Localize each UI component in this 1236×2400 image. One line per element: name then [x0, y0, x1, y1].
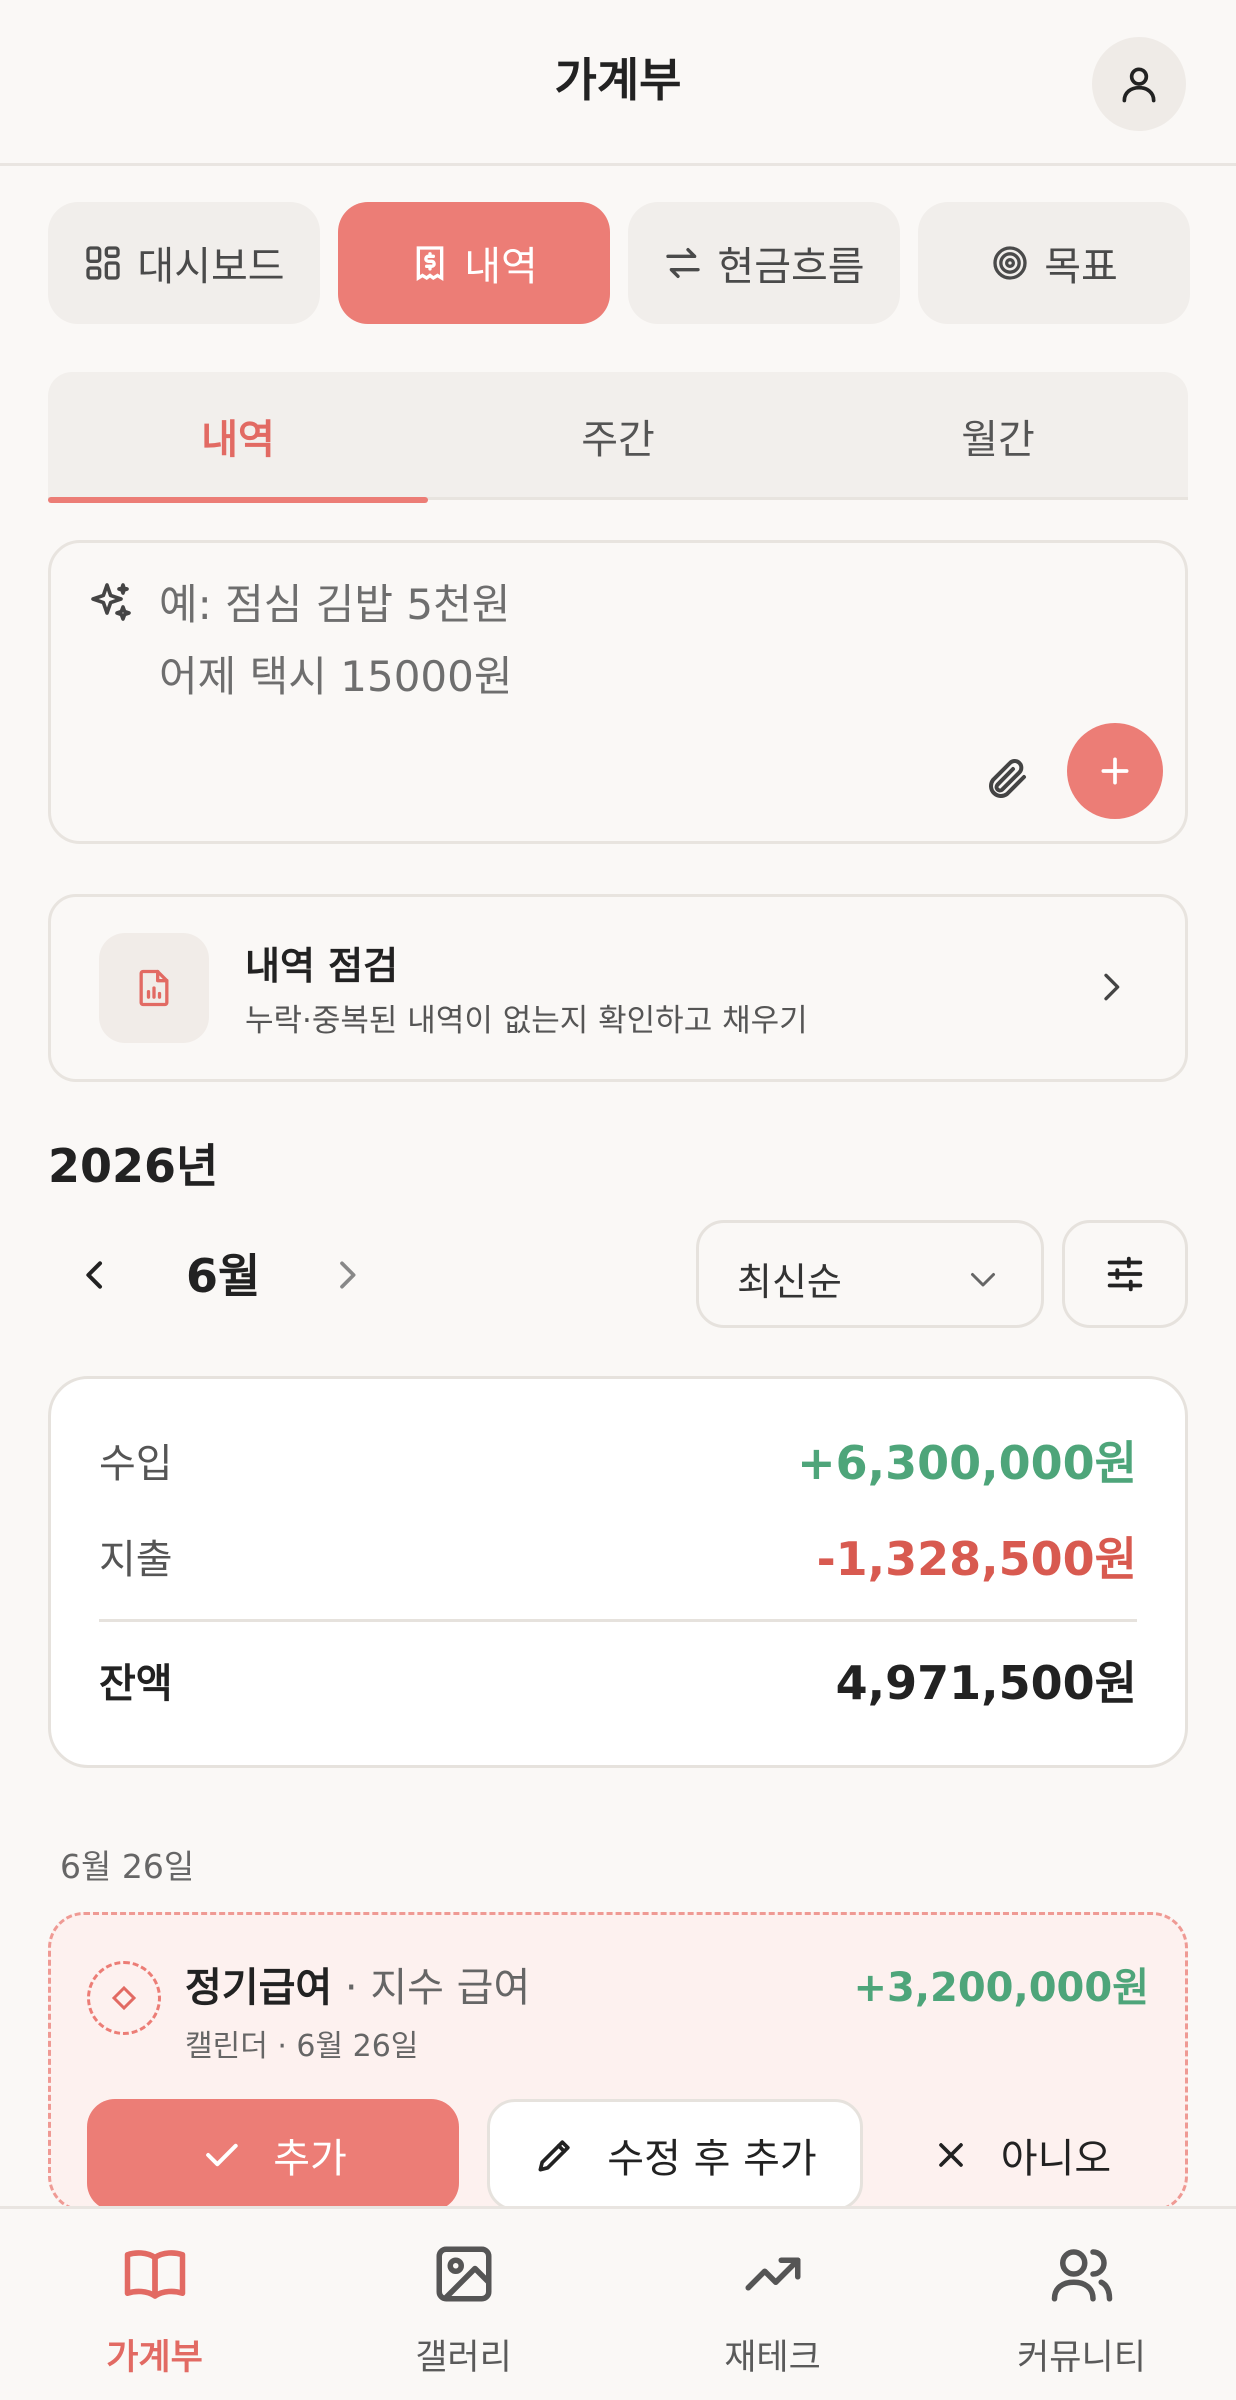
sub-tabs: 내역 주간 월간 [48, 372, 1188, 503]
tab-label: 내역 [464, 244, 538, 290]
user-icon [1117, 62, 1161, 106]
attach-button[interactable] [971, 743, 1041, 813]
target-icon [990, 243, 1030, 283]
reject-label: 아니오 [1000, 2136, 1112, 2182]
nav-gallery[interactable]: 갤러리 [309, 2209, 618, 2400]
income-label: 수입 [99, 1441, 173, 1487]
review-title: 내역 점검 [245, 944, 399, 988]
receipt-icon [410, 243, 450, 283]
subtab-weekly[interactable]: 주간 [428, 372, 808, 500]
paperclip-icon [982, 754, 1030, 802]
tab-label: 대시보드 [137, 244, 285, 290]
check-icon [199, 2133, 243, 2177]
sliders-icon [1102, 1251, 1148, 1297]
subtab-history[interactable]: 내역 [48, 372, 428, 503]
grid-icon [83, 243, 123, 283]
subtab-label: 내역 [201, 417, 275, 463]
subtab-label: 주간 [581, 417, 655, 463]
pending-title: 정기급여 · 지수 급여 [185, 1955, 530, 2013]
pending-transaction-card: 정기급여 · 지수 급여 캘린더 · 6월 26일 +3,200,000원 추가… [48, 1912, 1188, 2212]
main-tabs: 대시보드 내역 현금흐름 목표 [48, 202, 1190, 324]
balance-value: 4,971,500원 [835, 1656, 1137, 1710]
sort-value: 최신순 [737, 1260, 842, 1304]
active-tab-indicator [48, 497, 428, 503]
expense-row: 지출 -1,328,500원 [99, 1527, 1137, 1587]
income-row: 수입 +6,300,000원 [99, 1431, 1137, 1491]
sparkle-icon [87, 579, 135, 627]
chevron-down-icon [965, 1261, 1001, 1297]
income-value: +6,300,000원 [797, 1436, 1137, 1490]
recurring-diamond-icon [87, 1961, 161, 2035]
pending-amount: +3,200,000원 [853, 1965, 1149, 2011]
balance-label: 잔액 [99, 1661, 173, 1707]
month-label: 6월 [186, 1249, 261, 1303]
report-file-icon [132, 966, 176, 1010]
pending-title-separator: · [332, 1965, 371, 2011]
tab-label: 현금흐름 [717, 244, 865, 290]
tab-history[interactable]: 내역 [338, 202, 610, 324]
close-icon [931, 2135, 971, 2175]
quick-entry-input[interactable]: 예: 점심 김밥 5천원 어제 택시 15000원 [48, 540, 1188, 844]
edit-label: 수정 후 추가 [607, 2136, 817, 2182]
trending-up-icon [740, 2241, 806, 2307]
divider [99, 1619, 1137, 1622]
subtab-monthly[interactable]: 월간 [808, 372, 1188, 500]
users-icon [1049, 2241, 1115, 2307]
confirm-label: 추가 [273, 2136, 347, 2182]
nav-investment[interactable]: 재테크 [618, 2209, 927, 2400]
plus-icon [1095, 751, 1135, 791]
tab-label: 목표 [1044, 244, 1118, 290]
review-description: 누락·중복된 내역이 없는지 확인하고 채우기 [245, 1003, 808, 1039]
year-label: 2026년 [48, 1139, 219, 1193]
bottom-nav: 가계부 갤러리 재테크 커뮤니티 [0, 2206, 1236, 2400]
monthly-summary-card: 수입 +6,300,000원 지출 -1,328,500원 잔액 4,971,5… [48, 1376, 1188, 1768]
tab-cashflow[interactable]: 현금흐름 [628, 202, 900, 324]
review-icon-box [99, 933, 209, 1043]
arrows-swap-icon [663, 243, 703, 283]
quick-entry-placeholder: 예: 점심 김밥 5천원 어제 택시 15000원 [159, 580, 513, 701]
pending-title-sub: 지수 급여 [370, 1965, 531, 2011]
chevron-left-icon [75, 1255, 115, 1295]
profile-button[interactable] [1092, 37, 1186, 131]
image-icon [431, 2241, 497, 2307]
tab-dashboard[interactable]: 대시보드 [48, 202, 320, 324]
chevron-right-icon [1091, 967, 1131, 1007]
expense-label: 지출 [99, 1537, 173, 1583]
pencil-icon [533, 2133, 577, 2177]
chevron-right-icon [327, 1255, 367, 1295]
balance-row: 잔액 4,971,500원 [99, 1651, 1137, 1711]
nav-label: 갤러리 [415, 2338, 512, 2378]
nav-label: 재테크 [724, 2338, 821, 2378]
tab-goals[interactable]: 목표 [918, 202, 1190, 324]
page-title: 가계부 [554, 53, 682, 107]
app-header: 가계부 [0, 0, 1236, 166]
nav-ledger[interactable]: 가계부 [0, 2209, 309, 2400]
pending-meta: 캘린더 · 6월 26일 [185, 2029, 419, 2064]
confirm-add-button[interactable]: 추가 [87, 2099, 459, 2211]
nav-community[interactable]: 커뮤니티 [927, 2209, 1236, 2400]
day-group-date: 6월 26일 [60, 1847, 195, 1886]
reject-button[interactable]: 아니오 [887, 2099, 1155, 2211]
book-icon [122, 2241, 188, 2307]
nav-label: 커뮤니티 [1017, 2338, 1146, 2378]
filter-button[interactable] [1062, 1220, 1188, 1328]
pending-title-main: 정기급여 [185, 1965, 333, 2011]
prev-month-button[interactable] [70, 1250, 120, 1300]
subtab-label: 월간 [961, 417, 1035, 463]
expense-value: -1,328,500원 [816, 1532, 1137, 1586]
next-month-button[interactable] [322, 1250, 372, 1300]
nav-label: 가계부 [106, 2338, 203, 2378]
edit-and-add-button[interactable]: 수정 후 추가 [487, 2099, 863, 2211]
submit-entry-button[interactable] [1067, 723, 1163, 819]
review-card[interactable]: 내역 점검 누락·중복된 내역이 없는지 확인하고 채우기 [48, 894, 1188, 1082]
sort-select[interactable]: 최신순 [696, 1220, 1044, 1328]
